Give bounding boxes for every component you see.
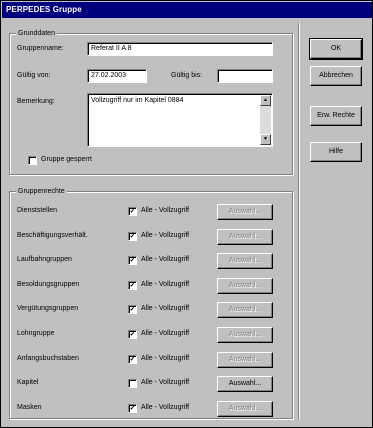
vertical-separator bbox=[298, 23, 300, 419]
groupbox-grunddaten-legend: Grunddaten bbox=[16, 29, 57, 38]
alle-vollzugriff-label: Alle - Vollzugriff bbox=[141, 281, 190, 288]
check-mark-icon: ✓ bbox=[129, 208, 136, 215]
recht-row-label: Besoldungsgruppen bbox=[17, 281, 80, 288]
alle-vollzugriff-checkbox[interactable] bbox=[128, 379, 137, 388]
recht-row-label: Dienststellen bbox=[17, 207, 58, 214]
gueltig-von-label: Gültig von: bbox=[17, 72, 51, 79]
bemerkung-label: Bemerkung: bbox=[17, 98, 55, 105]
check-mark-icon: ✓ bbox=[129, 331, 136, 338]
alle-vollzugriff-checkbox[interactable]: ✓ bbox=[128, 305, 137, 314]
recht-row-label: Beschäftigungsverhält. bbox=[17, 232, 88, 239]
alle-vollzugriff-label: Alle - Vollzugriff bbox=[141, 256, 190, 263]
bemerkung-scrollbar[interactable]: ▲ ▼ bbox=[260, 95, 271, 145]
check-mark-icon: ✓ bbox=[129, 356, 136, 363]
gruppe-gesperrt-checkbox[interactable] bbox=[28, 156, 37, 165]
auswahl-button[interactable]: Auswahl... bbox=[217, 352, 273, 368]
erw-rechte-button[interactable]: Erw. Rechte bbox=[310, 106, 362, 126]
alle-vollzugriff-label: Alle - Vollzugriff bbox=[141, 355, 190, 362]
check-mark-icon: ✓ bbox=[129, 306, 136, 313]
alle-vollzugriff-label: Alle - Vollzugriff bbox=[141, 232, 190, 239]
recht-row-label: Anfangsbuchstaben bbox=[17, 355, 79, 362]
auswahl-button[interactable]: Auswahl... bbox=[217, 376, 273, 392]
hilfe-button[interactable]: Hilfe bbox=[310, 142, 362, 162]
check-mark-icon: ✓ bbox=[129, 233, 136, 240]
gruppenname-input[interactable]: Referat II A 8 bbox=[87, 42, 273, 56]
alle-vollzugriff-label: Alle - Vollzugriff bbox=[141, 330, 190, 337]
auswahl-button[interactable]: Auswahl... bbox=[217, 253, 273, 269]
alle-vollzugriff-checkbox[interactable]: ✓ bbox=[128, 404, 137, 413]
auswahl-button[interactable]: Auswahl... bbox=[217, 229, 273, 245]
alle-vollzugriff-label: Alle - Vollzugriff bbox=[141, 305, 190, 312]
scroll-down-icon[interactable]: ▼ bbox=[260, 134, 271, 145]
auswahl-button[interactable]: Auswahl... bbox=[217, 302, 273, 318]
recht-row-label: Lohngruppe bbox=[17, 330, 55, 337]
alle-vollzugriff-checkbox[interactable]: ✓ bbox=[128, 207, 137, 216]
ok-button[interactable]: OK bbox=[309, 38, 363, 60]
auswahl-button[interactable]: Auswahl... bbox=[217, 327, 273, 343]
alle-vollzugriff-checkbox[interactable]: ✓ bbox=[128, 256, 137, 265]
recht-row-label: Kapitel bbox=[17, 379, 39, 386]
recht-row-label: Vergütungsgruppen bbox=[17, 305, 79, 312]
auswahl-button[interactable]: Auswahl... bbox=[217, 401, 273, 417]
auswahl-button[interactable]: Auswahl... bbox=[217, 278, 273, 294]
alle-vollzugriff-label: Alle - Vollzugriff bbox=[141, 379, 190, 386]
check-mark-icon: ✓ bbox=[129, 405, 136, 412]
alle-vollzugriff-checkbox[interactable]: ✓ bbox=[128, 281, 137, 290]
alle-vollzugriff-label: Alle - Vollzugriff bbox=[141, 404, 190, 411]
gruppe-gesperrt-label: Gruppe gesperrt bbox=[41, 156, 92, 163]
alle-vollzugriff-checkbox[interactable]: ✓ bbox=[128, 355, 137, 364]
abbrechen-button[interactable]: Abbrechen bbox=[310, 66, 362, 86]
alle-vollzugriff-checkbox[interactable]: ✓ bbox=[128, 330, 137, 339]
scroll-up-icon[interactable]: ▲ bbox=[260, 95, 271, 106]
gueltig-von-input[interactable]: 27.02.2003 bbox=[87, 69, 147, 83]
bemerkung-text: Vollzugriff nur im Kapitel 0884 bbox=[91, 97, 184, 104]
alle-vollzugriff-label: Alle - Vollzugriff bbox=[141, 207, 190, 214]
dialog-window: PERPEDES Gruppe Grunddaten Gruppenname: … bbox=[0, 0, 373, 428]
gruppenname-label: Gruppenname: bbox=[17, 45, 64, 52]
alle-vollzugriff-checkbox[interactable]: ✓ bbox=[128, 232, 137, 241]
recht-row-label: Laufbahngruppen bbox=[17, 256, 72, 263]
groupbox-gruppenrechte-legend: Gruppenrechte bbox=[16, 187, 67, 196]
gueltig-bis-label: Gültig bis: bbox=[171, 72, 203, 79]
gueltig-bis-input[interactable] bbox=[217, 69, 273, 83]
title-bar: PERPEDES Gruppe bbox=[2, 2, 372, 18]
recht-row-label: Masken bbox=[17, 404, 42, 411]
bemerkung-textarea[interactable]: Vollzugriff nur im Kapitel 0884 ▲ ▼ bbox=[87, 93, 273, 147]
check-mark-icon: ✓ bbox=[129, 282, 136, 289]
auswahl-button[interactable]: Auswahl... bbox=[217, 204, 273, 220]
check-mark-icon: ✓ bbox=[129, 257, 136, 264]
